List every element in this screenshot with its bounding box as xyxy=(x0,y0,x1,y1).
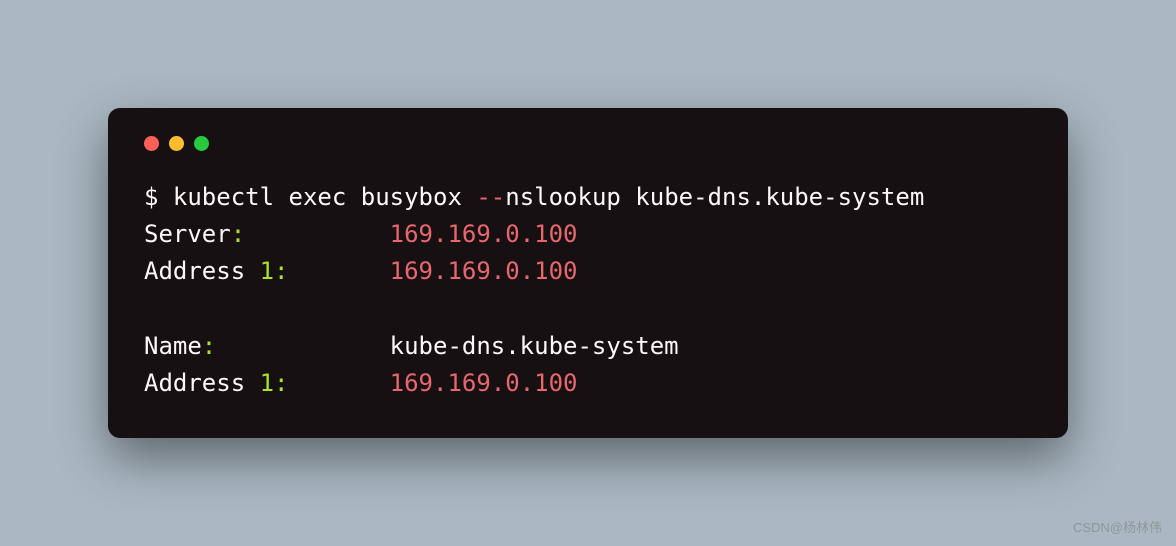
maximize-icon[interactable] xyxy=(194,136,209,151)
output-value: 169.169.0.100 xyxy=(390,369,578,397)
output-label: Address xyxy=(144,369,260,397)
output-colon: : xyxy=(274,369,288,397)
output-colon: : xyxy=(231,220,245,248)
output-colon: : xyxy=(202,332,216,360)
terminal-body: $ kubectl exec busybox --nslookup kube-d… xyxy=(144,179,1032,402)
output-lines: Server: 169.169.0.100 Address 1: 169.169… xyxy=(144,220,679,397)
output-label: Name xyxy=(144,332,202,360)
command-base: kubectl exec busybox xyxy=(173,183,462,211)
output-label: Server xyxy=(144,220,231,248)
output-value: 169.169.0.100 xyxy=(390,220,578,248)
window-controls xyxy=(144,136,1032,151)
output-colon: : xyxy=(274,257,288,285)
output-num: 1 xyxy=(260,257,274,285)
watermark: CSDN@杨林伟 xyxy=(1073,517,1162,536)
prompt-symbol: $ xyxy=(144,183,158,211)
output-num: 1 xyxy=(260,369,274,397)
terminal-window: $ kubectl exec busybox --nslookup kube-d… xyxy=(108,108,1068,438)
minimize-icon[interactable] xyxy=(169,136,184,151)
output-value: kube-dns.kube-system xyxy=(390,332,679,360)
command-rest: nslookup kube-dns.kube-system xyxy=(505,183,924,211)
close-icon[interactable] xyxy=(144,136,159,151)
output-label: Address xyxy=(144,257,260,285)
output-value: 169.169.0.100 xyxy=(390,257,578,285)
command-flag: -- xyxy=(476,183,505,211)
